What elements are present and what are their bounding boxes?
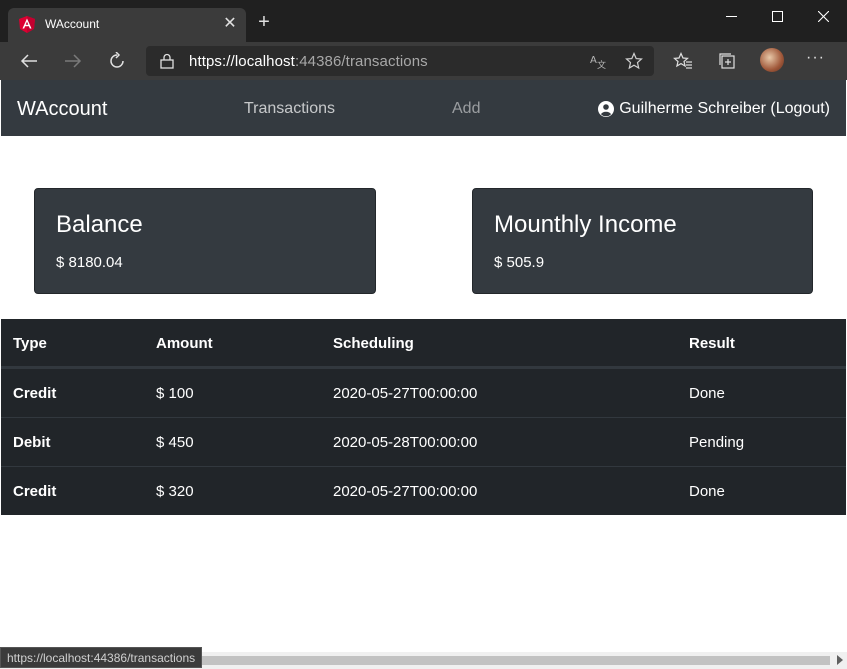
scrollbar-thumb[interactable] [200,656,830,665]
table-header-row: Type Amount Scheduling Result [1,319,846,368]
user-name: Guilherme Schreiber (Logout) [619,100,830,117]
table-row: Credit $ 100 2020-05-27T00:00:00 Done [1,368,846,417]
favorites-icon[interactable] [670,48,696,74]
window-close-icon[interactable] [800,0,846,32]
svg-text:A: A [590,55,597,66]
cell-scheduling: 2020-05-28T00:00:00 [333,434,478,451]
app-navbar: WAccount Transactions Add Guilherme Schr… [1,80,846,136]
income-card: Mounthly Income $ 505.9 [472,188,813,294]
more-options-icon[interactable]: ··· [806,49,825,67]
cell-scheduling: 2020-05-27T00:00:00 [333,483,478,500]
lock-icon [160,53,174,69]
cell-amount: $ 450 [156,434,194,451]
transactions-table: Type Amount Scheduling Result Credit $ 1… [1,319,846,515]
angular-icon [19,16,35,33]
table-row: Debit $ 450 2020-05-28T00:00:00 Pending [1,417,846,466]
new-tab-button[interactable]: + [254,12,274,32]
browser-tab[interactable]: WAccount ✕ [8,8,246,42]
address-bar[interactable]: https://localhost:44386/transactions A文 [146,46,654,76]
cell-result: Done [689,483,725,500]
user-circle-icon [598,101,615,117]
back-icon[interactable] [16,48,42,74]
table-row: Credit $ 320 2020-05-27T00:00:00 Done [1,466,846,515]
nav-link-add[interactable]: Add [452,100,480,118]
nav-link-transactions[interactable]: Transactions [244,100,335,118]
balance-card: Balance $ 8180.04 [34,188,376,294]
collections-icon[interactable] [714,48,740,74]
url-path: :44386/transactions [294,53,428,70]
tab-close-icon[interactable]: ✕ [220,14,240,34]
cell-scheduling: 2020-05-27T00:00:00 [333,385,478,402]
cell-result: Done [689,385,725,402]
forward-icon[interactable] [60,48,86,74]
income-title: Mounthly Income [494,211,677,238]
header-amount: Amount [156,335,213,352]
url-text: https://localhost:44386/transactions [189,53,428,70]
cell-amount: $ 100 [156,385,194,402]
translate-icon[interactable]: A文 [588,51,608,71]
refresh-icon[interactable] [104,48,130,74]
url-host: https://localhost [189,53,295,70]
cell-amount: $ 320 [156,483,194,500]
browser-titlebar: WAccount ✕ + [0,0,847,42]
cell-type: Credit [13,385,57,402]
minimize-icon[interactable] [708,0,754,32]
cell-type: Debit [13,434,51,451]
brand-logo[interactable]: WAccount [17,98,107,121]
header-result: Result [689,335,735,352]
balance-value: $ 8180.04 [56,254,123,271]
star-icon[interactable] [624,51,644,71]
cell-type: Credit [13,483,57,500]
income-value: $ 505.9 [494,254,545,271]
tab-title: WAccount [45,17,100,31]
browser-toolbar: https://localhost:44386/transactions A文 … [0,42,847,80]
svg-text:文: 文 [597,59,606,70]
maximize-icon[interactable] [754,0,800,32]
header-scheduling: Scheduling [333,335,414,352]
profile-avatar[interactable] [760,48,784,72]
scroll-right-arrow-icon[interactable] [837,655,843,665]
status-bar-url: https://localhost:44386/transactions [0,647,203,668]
header-type: Type [13,335,47,352]
balance-title: Balance [56,211,143,238]
user-logout-link[interactable]: Guilherme Schreiber (Logout) [598,100,830,118]
cell-result: Pending [689,434,745,451]
